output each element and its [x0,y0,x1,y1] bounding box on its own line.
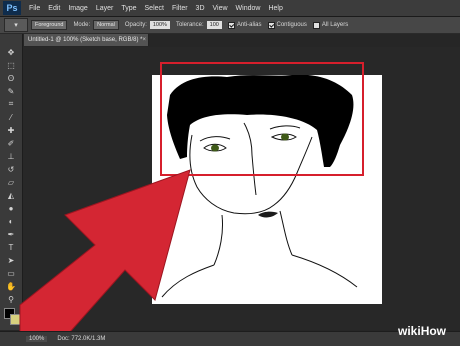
red-arrow-shape [19,169,191,333]
zoom-level[interactable]: 100% [26,336,48,342]
wikihow-watermark: wiki How [398,322,446,340]
red-arrow [19,169,191,333]
watermark-how: How [420,324,447,338]
watermark-wiki: wiki [398,324,421,338]
status-bar: 100% Doc: 772.0K/1.3M [0,331,460,346]
document-size: Doc: 772.0K/1.3M [57,336,106,342]
